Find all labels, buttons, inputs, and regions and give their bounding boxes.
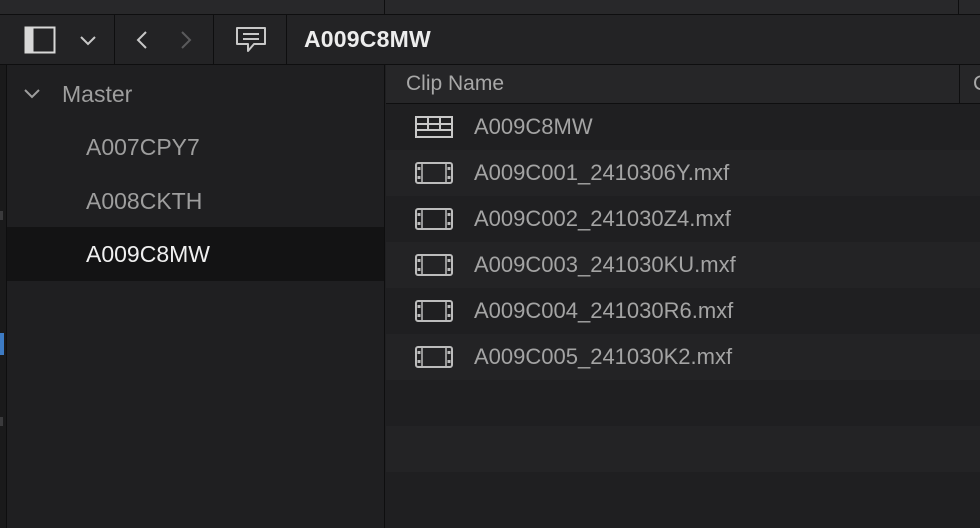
top-strip	[0, 0, 980, 15]
clip-list-header: Clip Name C	[386, 65, 980, 104]
clip-name: A009C005_241030K2.mxf	[474, 344, 733, 369]
toolbar-divider	[213, 15, 214, 64]
clip-row[interactable]: A009C005_241030K2.mxf	[386, 334, 980, 380]
clip-list-panel: Clip Name C A009C8MW A009C001_2410306Y.m…	[386, 65, 980, 528]
back-arrow-icon	[136, 30, 147, 49]
sidebar-item-master[interactable]: Master	[7, 67, 384, 121]
sidebar-item-a009c8mw[interactable]: A009C8MW	[7, 227, 384, 281]
toolbar-divider	[286, 15, 287, 64]
left-edge-panel	[0, 65, 7, 528]
clip-name: A009C004_241030R6.mxf	[474, 298, 734, 323]
chevron-down-icon	[24, 89, 40, 99]
clip-row[interactable]: A009C003_241030KU.mxf	[386, 242, 980, 288]
empty-row	[386, 472, 980, 518]
timeline-icon	[415, 116, 453, 138]
view-options-dropdown[interactable]	[68, 15, 108, 64]
clip-name: A009C003_241030KU.mxf	[474, 252, 736, 277]
current-bin-title: A009C8MW	[304, 26, 431, 52]
sidebar-toggle-button[interactable]	[16, 15, 64, 64]
toolbar: A009C8MW	[0, 15, 980, 65]
clip-name: A009C001_2410306Y.mxf	[474, 160, 730, 185]
film-clip-icon	[415, 208, 453, 230]
clip-row[interactable]: A009C002_241030Z4.mxf	[386, 196, 980, 242]
top-strip-divider	[958, 0, 959, 14]
clip-row[interactable]: A009C004_241030R6.mxf	[386, 288, 980, 334]
empty-row	[386, 380, 980, 426]
empty-row	[386, 426, 980, 472]
sidebar-item-label: A007CPY7	[86, 133, 200, 160]
metadata-icon	[236, 26, 266, 52]
forward-button[interactable]	[168, 15, 204, 64]
clip-row[interactable]: A009C8MW	[386, 104, 980, 150]
chevron-down-icon	[80, 35, 96, 45]
top-strip-divider	[384, 0, 385, 14]
clip-row[interactable]: A009C001_2410306Y.mxf	[386, 150, 980, 196]
sidebar-item-label: Master	[62, 80, 133, 107]
film-clip-icon	[415, 162, 453, 184]
clip-name: A009C002_241030Z4.mxf	[474, 206, 731, 231]
sidebar-toggle-icon	[24, 26, 56, 53]
edge-marker	[0, 211, 3, 220]
sidebar-item-a007cpy7[interactable]: A007CPY7	[7, 120, 384, 174]
film-clip-icon	[415, 300, 453, 322]
film-clip-icon	[415, 346, 453, 368]
forward-arrow-icon	[181, 30, 192, 49]
toolbar-divider	[114, 15, 115, 64]
back-button[interactable]	[124, 15, 160, 64]
edge-highlight	[0, 333, 4, 355]
column-header-clip-name[interactable]: Clip Name	[406, 65, 504, 103]
sidebar-item-label: A009C8MW	[86, 240, 210, 267]
sidebar-item-label: A008CKTH	[86, 187, 203, 214]
column-divider[interactable]	[959, 65, 960, 103]
column-header-next[interactable]: C	[973, 65, 980, 103]
clip-name: A009C8MW	[474, 114, 593, 139]
bin-sidebar: Master A007CPY7 A008CKTH A009C8MW	[7, 65, 385, 528]
sidebar-item-a008ckth[interactable]: A008CKTH	[7, 174, 384, 228]
metadata-button[interactable]	[226, 15, 276, 64]
edge-marker	[0, 417, 3, 426]
film-clip-icon	[415, 254, 453, 276]
